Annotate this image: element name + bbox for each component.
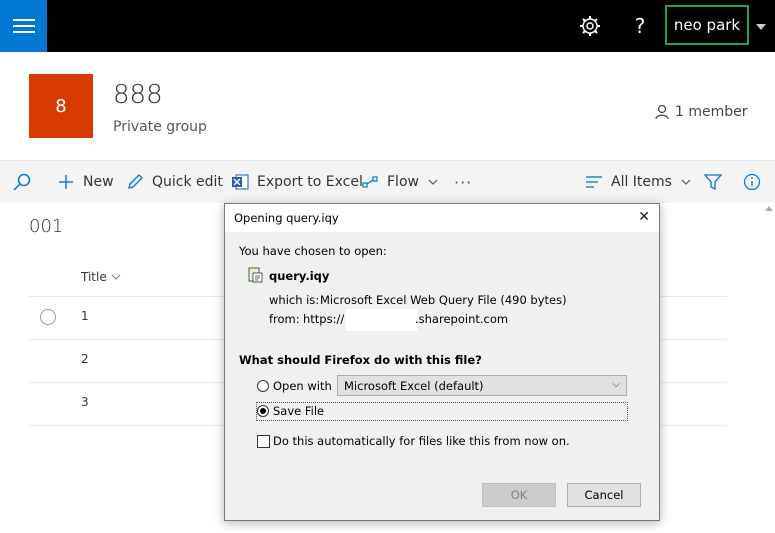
from-label: from: [269,312,300,326]
dialog-titlebar[interactable]: Opening query.iqy ✕ [225,204,659,232]
lines-icon [586,176,602,188]
row-select-radio[interactable] [40,309,56,325]
new-button[interactable]: New [57,161,114,203]
save-file-label[interactable]: Save File [273,404,324,418]
gear-icon[interactable] [578,14,602,38]
question-heading: What should Firefox do with this file? [239,353,482,367]
export-to-excel-button[interactable]: Export to Excel [231,161,363,203]
open-with-label[interactable]: Open with [273,379,332,393]
list-title: 001 [29,216,64,237]
flow-button[interactable]: Flow [361,161,439,203]
open-with-radio[interactable] [257,380,269,392]
person-icon [655,104,669,120]
caret-down-icon[interactable] [756,24,766,30]
open-with-select[interactable]: Microsoft Excel (default) ⌵ [337,375,627,396]
which-is-label: which is: [269,293,320,307]
command-bar: New Quick edit Export to Excel Flow ··· [0,160,775,203]
help-button[interactable]: ? [630,12,650,40]
open-with-app: Microsoft Excel (default) [344,379,484,393]
more-label: ··· [454,172,473,192]
filter-button[interactable] [704,161,722,203]
from-domain: .sharepoint.com [415,312,509,326]
group-logo-letter: 8 [55,95,67,117]
view-switcher[interactable]: All Items [585,161,692,203]
export-label: Export to Excel [257,174,363,190]
save-file-radio[interactable] [257,405,269,417]
chevron-down-icon [111,274,121,280]
scroll-up-arrow[interactable] [765,206,773,211]
view-label: All Items [611,174,672,190]
file-icon [248,267,263,283]
chevron-down-icon [428,179,438,185]
auto-checkbox[interactable] [257,435,270,448]
members-count: 1 member [675,104,748,120]
search-icon [13,173,31,191]
group-logo: 8 [29,74,93,138]
quick-edit-label: Quick edit [152,174,223,190]
column-header-label: Title [81,270,107,284]
cancel-button[interactable]: Cancel [567,483,641,507]
row-title[interactable]: 2 [81,352,89,366]
row-title[interactable]: 1 [81,309,89,323]
user-account-button[interactable]: neo park [665,5,749,45]
chosen-label: You have chosen to open: [239,244,387,258]
flow-label: Flow [387,174,419,190]
info-icon [743,173,761,191]
excel-icon [232,174,249,190]
chevron-down-icon: ⌵ [612,379,620,390]
search-button[interactable] [12,161,32,203]
auto-label[interactable]: Do this automatically for files like thi… [273,434,570,448]
row-title[interactable]: 3 [81,395,89,409]
dialog-title: Opening query.iqy [234,211,339,225]
quick-edit-button[interactable]: Quick edit [126,161,223,203]
pencil-icon [128,174,143,189]
suite-bar: ? neo park [0,0,775,52]
group-name[interactable]: 888 [113,80,163,110]
plus-icon [59,175,73,189]
info-button[interactable] [743,161,761,203]
redacted-area [345,309,417,331]
column-header-title[interactable]: Title [81,270,121,284]
more-button[interactable]: ··· [454,161,472,203]
chevron-down-icon [681,179,691,185]
download-dialog: Opening query.iqy ✕ You have chosen to o… [224,203,660,521]
user-name: neo park [673,16,741,34]
file-type-value: Microsoft Excel Web Query File (490 byte… [320,293,567,307]
group-privacy: Private group [113,119,207,135]
app-launcher-button[interactable] [0,0,47,52]
file-name: query.iqy [269,269,330,283]
close-icon[interactable]: ✕ [638,209,650,225]
from-prefix: https:// [303,312,345,326]
new-label: New [83,174,114,190]
waffle-icon [12,19,35,33]
filter-icon [704,174,722,191]
ok-button[interactable]: OK [482,483,556,507]
flow-icon [362,176,378,188]
members-button[interactable]: 1 member [655,104,748,120]
